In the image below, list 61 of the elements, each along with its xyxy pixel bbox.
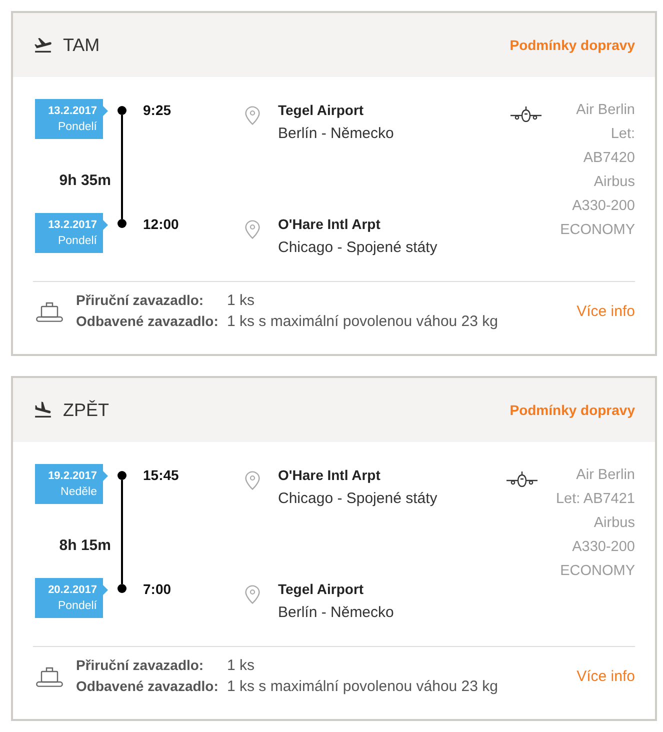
timeline-dot (118, 471, 126, 480)
location-pin-icon (245, 471, 260, 490)
flight-info-text: Airbus (594, 514, 635, 533)
direction-title: TAM (63, 34, 100, 56)
airplane-icon (506, 471, 538, 487)
flight-time: 9:25 (143, 101, 172, 120)
baggage-label: Odbavené zavazadlo: (76, 677, 218, 696)
badge-day: Pondelí (58, 598, 97, 614)
location-pin-icon (245, 220, 260, 239)
flight-info-text: A330-200 (572, 197, 635, 216)
city-name: Chicago - Spojené státy (278, 489, 438, 509)
airport-name: O'Hare Intl Arpt (278, 215, 380, 234)
flight-info-text: ECONOMY (560, 221, 635, 240)
city-name: Berlín - Německo (278, 124, 394, 144)
baggage-value: 1 ks s maximální povolenou váhou 23 kg (227, 312, 498, 332)
takeoff-icon (33, 35, 53, 55)
flight-info-text: AB7420 (583, 149, 635, 168)
flight-info-text: Airbus (594, 173, 635, 192)
timeline-dot (118, 584, 126, 593)
flight-info-text: Air Berlin (576, 101, 635, 120)
badge-date: 19.2.2017 (48, 469, 97, 484)
baggage-value: 1 ks s maximální povolenou váhou 23 kg (227, 677, 498, 697)
airport-name: O'Hare Intl Arpt (278, 466, 380, 485)
baggage-value: 1 ks (227, 291, 255, 311)
flight-info-text: A330-200 (572, 538, 635, 557)
airport-name: Tegel Airport (278, 580, 364, 599)
timeline-dot (118, 219, 126, 228)
badge-day: Neděle (60, 484, 97, 500)
luggage-icon (36, 666, 63, 686)
baggage-label: Odbavené zavazadlo: (76, 312, 218, 331)
location-pin-icon (245, 585, 260, 604)
airport-name: Tegel Airport (278, 101, 364, 120)
badge-day: Pondelí (58, 119, 97, 135)
city-name: Berlín - Německo (278, 603, 394, 623)
conditions-link[interactable]: Podmínky dopravy (510, 402, 635, 418)
baggage-label: Přiruční zavazadlo: (76, 656, 204, 675)
conditions-link[interactable]: Podmínky dopravy (510, 37, 635, 53)
flight-info-text: Air Berlin (576, 466, 635, 485)
timeline-dot (118, 106, 126, 115)
flight-info-text: Let: AB7421 (556, 490, 635, 509)
flight-time: 15:45 (143, 466, 179, 485)
direction-title: ZPĚT (63, 400, 110, 420)
badge-date: 20.2.2017 (48, 583, 97, 598)
flight-duration: 9h 35m (59, 172, 111, 188)
flight-info-text: ECONOMY (560, 562, 635, 581)
flight-info-text: Let: (610, 125, 635, 144)
flight-time: 7:00 (143, 580, 172, 599)
badge-day: Pondelí (58, 233, 97, 249)
more-info-link[interactable]: Více info (576, 668, 635, 684)
landing-icon (33, 400, 53, 420)
badge-date: 13.2.2017 (48, 218, 97, 233)
flight-time: 12:00 (143, 215, 179, 234)
baggage-value: 1 ks (227, 656, 255, 676)
city-name: Chicago - Spojené státy (278, 238, 438, 258)
badge-date: 13.2.2017 (48, 104, 97, 119)
airplane-icon (510, 106, 542, 122)
luggage-icon (36, 300, 63, 322)
baggage-label: Přiruční zavazadlo: (76, 291, 204, 310)
more-info-link[interactable]: Více info (576, 302, 635, 320)
flight-duration: 8h 15m (59, 536, 111, 554)
location-pin-icon (245, 106, 260, 125)
